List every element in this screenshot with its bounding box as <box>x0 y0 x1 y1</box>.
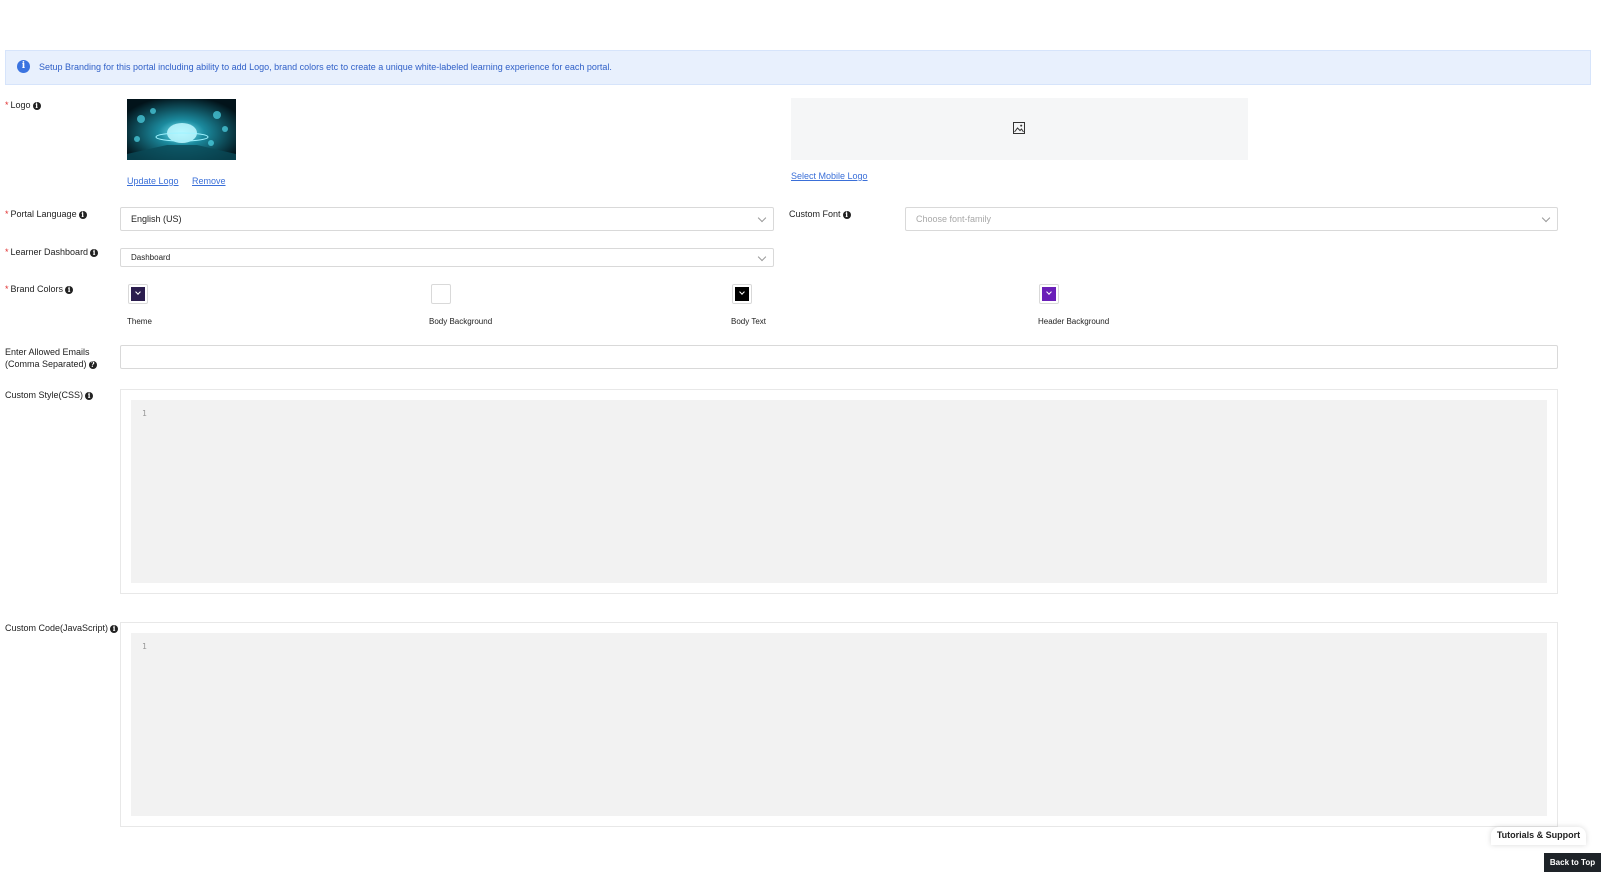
theme-color-caption: Theme <box>127 317 152 326</box>
banner-text: Setup Branding for this portal including… <box>39 62 612 72</box>
chevron-down-icon <box>135 289 141 295</box>
body-text-color-caption: Body Text <box>731 317 766 326</box>
line-number: 1 <box>142 642 147 651</box>
body-text-color-picker[interactable] <box>732 284 752 304</box>
remove-logo-link[interactable]: Remove <box>192 176 226 186</box>
info-icon[interactable]: i <box>90 248 99 257</box>
image-icon <box>1013 122 1025 134</box>
brand-colors-label: * Brand Colors i <box>5 284 74 294</box>
info-icon[interactable]: i <box>78 210 87 219</box>
portal-language-value: English (US) <box>131 214 182 224</box>
allowed-emails-input[interactable] <box>120 345 1558 369</box>
chevron-down-icon <box>1046 289 1052 295</box>
line-number: 1 <box>142 409 147 418</box>
custom-font-select[interactable]: Choose font-family <box>905 207 1558 231</box>
info-icon[interactable]: i <box>110 624 119 633</box>
chevron-down-icon <box>1541 213 1551 223</box>
back-to-top-button[interactable]: Back to Top <box>1544 853 1601 872</box>
info-icon[interactable]: i <box>32 101 41 110</box>
learner-dashboard-select[interactable]: Dashboard <box>120 248 774 267</box>
chevron-down-icon <box>739 289 745 295</box>
chevron-down-icon <box>757 252 767 262</box>
help-icon[interactable]: ? <box>88 360 97 369</box>
custom-css-editor-frame: 1 <box>120 389 1558 594</box>
custom-js-editor[interactable]: 1 <box>131 633 1547 816</box>
body-background-color-caption: Body Background <box>429 317 493 326</box>
custom-font-placeholder: Choose font-family <box>916 214 992 224</box>
info-icon[interactable]: i <box>65 285 74 294</box>
update-logo-link[interactable]: Update Logo <box>127 176 179 186</box>
select-mobile-logo-link[interactable]: Select Mobile Logo <box>791 171 868 181</box>
learner-dashboard-label: * Learner Dashboard i <box>5 247 99 257</box>
logo-label: * Logo i <box>5 100 41 110</box>
custom-css-editor[interactable]: 1 <box>131 400 1547 583</box>
info-icon: i <box>17 60 30 73</box>
allowed-emails-label: Enter Allowed Emails (Comma Separated)? <box>5 347 97 369</box>
custom-font-label: Custom Font i <box>789 209 851 219</box>
portal-language-label: * Portal Language i <box>5 209 87 219</box>
custom-js-editor-frame: 1 <box>120 622 1558 827</box>
mobile-logo-placeholder[interactable] <box>791 98 1248 160</box>
portal-language-select[interactable]: English (US) <box>120 207 774 231</box>
header-background-color-picker[interactable] <box>1039 284 1059 304</box>
custom-css-label: Custom Style(CSS) i <box>5 390 94 400</box>
chevron-down-icon <box>757 213 767 223</box>
info-icon[interactable]: i <box>85 391 94 400</box>
info-banner: i Setup Branding for this portal includi… <box>5 50 1591 85</box>
logo-image <box>127 99 236 160</box>
body-background-color-picker[interactable] <box>431 284 451 304</box>
info-icon[interactable]: i <box>842 210 851 219</box>
theme-color-picker[interactable] <box>128 284 148 304</box>
header-background-color-caption: Header Background <box>1038 317 1110 326</box>
custom-js-label: Custom Code(JavaScript) i <box>5 623 119 633</box>
tutorials-support-button[interactable]: Tutorials & Support <box>1491 827 1586 845</box>
learner-dashboard-value: Dashboard <box>131 253 171 262</box>
